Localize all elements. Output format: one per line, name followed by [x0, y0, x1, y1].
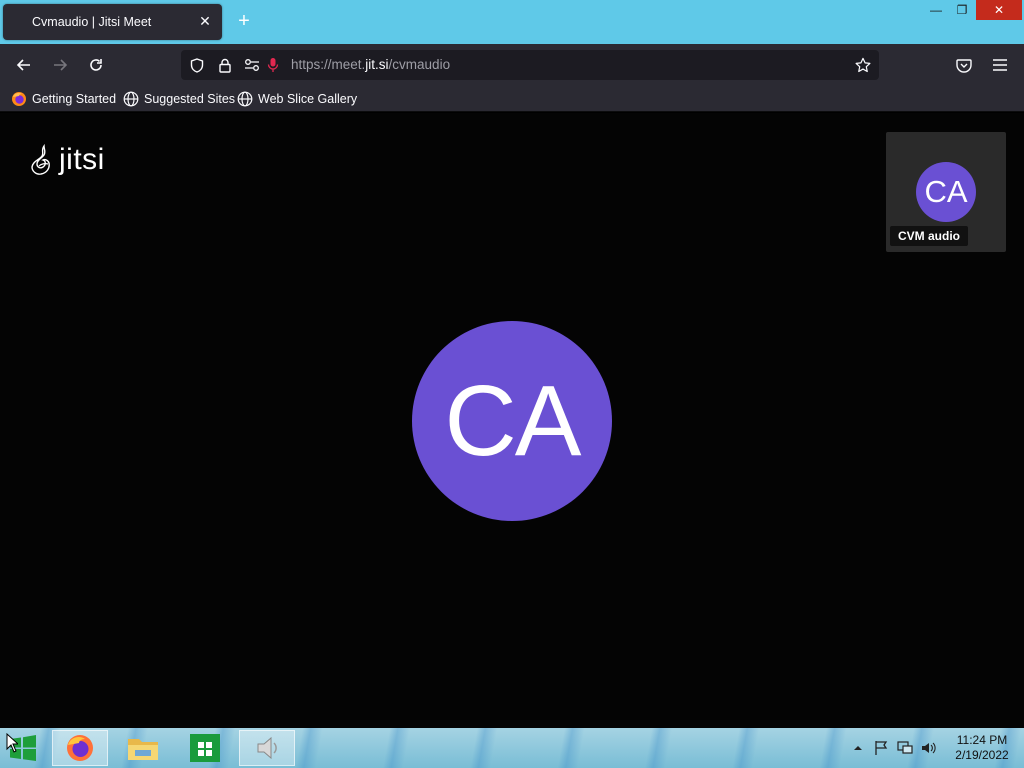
- bookmark-star-icon[interactable]: [855, 57, 871, 73]
- address-bar[interactable]: https://meet.jit.si/cvmaudio: [181, 50, 879, 80]
- logo-text: jitsi: [59, 143, 105, 176]
- browser-tab[interactable]: Cvmaudio | Jitsi Meet ✕: [3, 4, 222, 40]
- windows-taskbar: 11:24 PM 2/19/2022: [0, 728, 1024, 768]
- jitsi-logo-icon: [31, 144, 50, 175]
- chevron-up-icon: [854, 746, 862, 750]
- file-explorer-icon: [128, 739, 158, 760]
- globe-icon: [123, 91, 139, 107]
- jitsi-meeting-stage: jitsi CA CA CVM audio: [0, 113, 1024, 728]
- volume-icon: [922, 742, 936, 754]
- tab-close-icon[interactable]: ✕: [197, 13, 213, 29]
- thumbnail-initials: CA: [924, 174, 968, 209]
- clock-time: 11:24 PM: [956, 733, 1008, 747]
- bookmark-label: Getting Started: [32, 92, 117, 106]
- mouse-cursor-icon: [6, 733, 18, 753]
- browser-titlebar: Cvmaudio | Jitsi Meet ✕ + — ❐ ✕: [0, 0, 1024, 44]
- taskbar-clock[interactable]: 11:24 PM 2/19/2022: [950, 733, 1014, 763]
- pocket-icon: [956, 58, 972, 73]
- new-tab-button[interactable]: +: [234, 11, 254, 31]
- taskbar-file-explorer[interactable]: [115, 730, 171, 766]
- globe-icon: [237, 91, 253, 107]
- bookmark-label: Web Slice Gallery: [258, 92, 358, 106]
- lock-icon[interactable]: [217, 57, 233, 73]
- network-button[interactable]: [897, 740, 913, 756]
- participant-thumbnail[interactable]: CA CVM audio: [886, 132, 1006, 252]
- thumbnail-avatar: CA: [916, 162, 976, 222]
- bookmarks-toolbar: Getting Started Suggested Sites Web Slic…: [0, 86, 1024, 112]
- clock-date: 2/19/2022: [955, 748, 1009, 762]
- permissions-icon[interactable]: [244, 57, 260, 73]
- app-menu-button[interactable]: [986, 52, 1014, 78]
- volume-button[interactable]: [921, 740, 937, 756]
- window-close-button[interactable]: ✕: [976, 0, 1022, 20]
- show-hidden-icons-button[interactable]: [850, 740, 866, 756]
- firefox-icon: [12, 92, 26, 106]
- network-icon: [897, 741, 913, 754]
- main-avatar-initials: CA: [444, 364, 582, 477]
- action-center-button[interactable]: [873, 740, 889, 756]
- store-icon: [190, 734, 220, 762]
- speaker-app-icon: [257, 736, 277, 760]
- navigation-toolbar: https://meet.jit.si/cvmaudio: [0, 44, 1024, 86]
- back-icon: [16, 59, 30, 71]
- taskbar-store[interactable]: [177, 730, 233, 766]
- back-button[interactable]: [10, 52, 38, 78]
- participant-name-label: CVM audio: [890, 226, 968, 246]
- main-participant-avatar: CA: [412, 321, 612, 521]
- taskbar-firefox[interactable]: [52, 730, 108, 766]
- jitsi-logo[interactable]: jitsi: [30, 143, 105, 177]
- shield-icon[interactable]: [189, 57, 205, 73]
- pocket-button[interactable]: [950, 52, 978, 78]
- bookmark-label: Suggested Sites: [144, 92, 236, 106]
- bookmark-suggested-sites[interactable]: Suggested Sites: [123, 90, 235, 108]
- firefox-icon: [67, 735, 93, 761]
- bookmark-web-slice-gallery[interactable]: Web Slice Gallery: [237, 90, 357, 108]
- bookmark-getting-started[interactable]: Getting Started: [11, 90, 116, 108]
- reload-icon: [90, 59, 102, 71]
- restore-button[interactable]: ❐: [947, 0, 977, 20]
- reload-button[interactable]: [82, 52, 110, 78]
- tab-title: Cvmaudio | Jitsi Meet: [32, 15, 152, 29]
- menu-icon: [993, 59, 1007, 71]
- microphone-icon[interactable]: [265, 57, 281, 73]
- url-text[interactable]: https://meet.jit.si/cvmaudio: [291, 57, 450, 72]
- forward-icon: [54, 59, 68, 71]
- taskbar-audio-app[interactable]: [239, 730, 295, 766]
- flag-icon: [875, 741, 888, 755]
- forward-button[interactable]: [46, 52, 74, 78]
